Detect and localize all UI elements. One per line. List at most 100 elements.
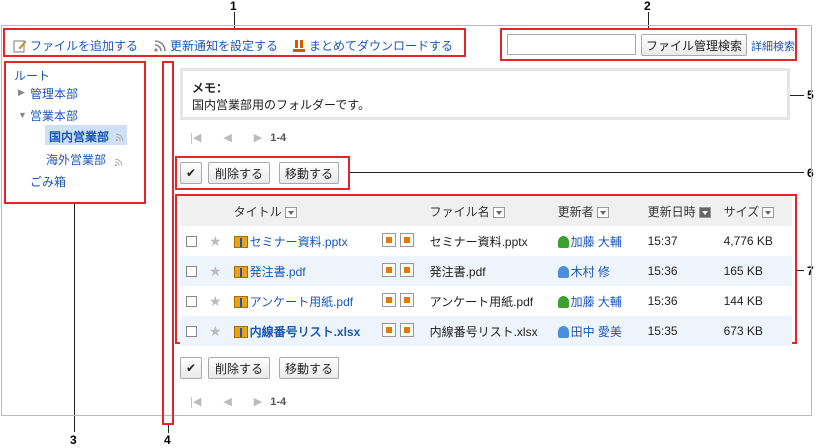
tree-item-domestic-selected[interactable]: 国内営業部: [45, 125, 127, 145]
tree-item-overseas[interactable]: 海外営業部: [46, 151, 106, 168]
memo-text: 国内営業部用のフォルダーです。: [192, 98, 371, 112]
first-page-icon[interactable]: |◀: [190, 395, 201, 408]
user-icon: [557, 326, 569, 339]
folder-memo: メモ： 国内営業部用のフォルダーです。: [180, 68, 790, 120]
add-file-link[interactable]: ファイルを追加する: [13, 37, 138, 54]
file-title-link[interactable]: セミナー資料.pptx: [250, 235, 348, 249]
col-filename[interactable]: ファイル名: [423, 196, 552, 226]
pager-top: |◀ ◀ ▶ 1-4: [190, 131, 287, 145]
upload-icon[interactable]: [399, 263, 414, 278]
row-checkbox[interactable]: [186, 326, 197, 338]
download-icon[interactable]: [381, 263, 396, 278]
row-checkbox[interactable]: [186, 266, 197, 278]
file-title-link[interactable]: 内線番号リスト.xlsx: [250, 325, 361, 339]
download-icon: [292, 39, 306, 53]
file-name: 発注書.pdf: [423, 256, 552, 286]
upload-icon[interactable]: [399, 233, 414, 248]
row-checkbox[interactable]: [186, 296, 197, 308]
tree-item-trash[interactable]: ごみ箱: [30, 173, 66, 190]
star-icon[interactable]: ★: [209, 293, 222, 309]
file-name: 内線番号リスト.xlsx: [423, 316, 552, 346]
file-name: セミナー資料.pptx: [423, 226, 552, 256]
star-icon[interactable]: ★: [209, 233, 222, 249]
move-button[interactable]: 移動する: [279, 162, 339, 184]
updater-link[interactable]: 加藤 大輔: [571, 235, 622, 249]
bulk-download-link[interactable]: まとめてダウンロードする: [292, 37, 453, 54]
file-title-link[interactable]: アンケート用紙.pdf: [250, 295, 354, 309]
tree-item-sales[interactable]: 営業本部: [30, 107, 78, 124]
file-size: 144 KB: [717, 286, 792, 316]
page-range: 1-4: [270, 131, 287, 144]
select-all-button[interactable]: ✔: [180, 162, 202, 184]
file-size: 165 KB: [717, 256, 792, 286]
prev-page-icon[interactable]: ◀: [223, 395, 231, 408]
sort-dropdown-icon[interactable]: [762, 206, 775, 218]
table-row: ★ アンケート用紙.pdf アンケート用紙.pdf 加藤 大輔 15:36 14…: [180, 286, 792, 316]
file-icon: [233, 326, 248, 339]
rss-icon: [115, 131, 124, 145]
updater-link[interactable]: 木村 修: [571, 265, 610, 279]
row-checkbox[interactable]: [186, 236, 197, 248]
file-icon: [233, 296, 248, 309]
search-input[interactable]: [507, 34, 636, 55]
sort-active-icon[interactable]: [698, 206, 711, 218]
file-table: タイトル ファイル名 更新者 更新日時 サイズ ★ セミナー資料.pptx セミ…: [180, 196, 792, 346]
user-icon: [557, 296, 569, 309]
table-row: ★ 内線番号リスト.xlsx 内線番号リスト.xlsx 田中 愛美 15:35 …: [180, 316, 792, 346]
file-title-link[interactable]: 発注書.pdf: [250, 265, 306, 279]
pager-bottom: |◀ ◀ ▶ 1-4: [190, 395, 287, 409]
file-size: 673 KB: [717, 316, 792, 346]
updater-link[interactable]: 田中 愛美: [571, 325, 622, 339]
table-row: ★ 発注書.pdf 発注書.pdf 木村 修 15:36 165 KB: [180, 256, 792, 286]
file-icon: [233, 236, 248, 249]
page-range: 1-4: [270, 395, 287, 408]
add-file-label: ファイルを追加する: [30, 39, 139, 53]
collapse-arrow-icon[interactable]: ▼: [18, 110, 27, 120]
expand-arrow-icon[interactable]: ▶: [18, 87, 25, 98]
first-page-icon[interactable]: |◀: [190, 131, 201, 144]
col-updated[interactable]: 更新日時: [641, 196, 718, 226]
upload-icon[interactable]: [399, 323, 414, 338]
star-icon[interactable]: ★: [209, 323, 222, 339]
download-icon[interactable]: [381, 233, 396, 248]
upload-icon[interactable]: [399, 293, 414, 308]
file-name: アンケート用紙.pdf: [423, 286, 552, 316]
callout-4-line: [168, 424, 169, 433]
download-icon[interactable]: [381, 293, 396, 308]
search-button[interactable]: ファイル管理検索: [641, 34, 747, 56]
table-row: ★ セミナー資料.pptx セミナー資料.pptx 加藤 大輔 15:37 4,…: [180, 226, 792, 256]
set-notify-link[interactable]: 更新通知を設定する: [153, 37, 278, 54]
next-page-icon[interactable]: ▶: [254, 131, 262, 144]
col-size[interactable]: サイズ: [717, 196, 792, 226]
table-header-row: タイトル ファイル名 更新者 更新日時 サイズ: [180, 196, 792, 226]
col-title[interactable]: タイトル: [227, 196, 424, 226]
prev-page-icon[interactable]: ◀: [223, 131, 231, 144]
updater-link[interactable]: 加藤 大輔: [571, 295, 622, 309]
sort-dropdown-icon[interactable]: [284, 206, 297, 218]
user-icon: [557, 236, 569, 249]
updated-time: 15:37: [641, 226, 718, 256]
sort-dropdown-icon[interactable]: [492, 206, 505, 218]
updated-time: 15:36: [641, 256, 718, 286]
col-updater[interactable]: 更新者: [551, 196, 642, 226]
memo-title: メモ：: [192, 81, 229, 95]
select-all-button-bottom[interactable]: ✔: [180, 357, 202, 379]
sort-dropdown-icon[interactable]: [596, 206, 609, 218]
tree-root[interactable]: ルート: [14, 67, 50, 84]
updated-time: 15:36: [641, 286, 718, 316]
callout-4: 4: [164, 433, 171, 447]
delete-button[interactable]: 削除する: [208, 162, 270, 184]
star-icon[interactable]: ★: [209, 263, 222, 279]
download-icon[interactable]: [381, 323, 396, 338]
advanced-search-link[interactable]: 詳細検索: [751, 38, 795, 54]
rss-icon: [153, 39, 167, 53]
tree-item-admin[interactable]: 管理本部: [30, 85, 78, 102]
set-notify-label: 更新通知を設定する: [170, 39, 279, 53]
next-page-icon[interactable]: ▶: [254, 395, 262, 408]
bulk-download-label: まとめてダウンロードする: [309, 39, 454, 53]
delete-button-bottom[interactable]: 削除する: [208, 357, 270, 379]
add-file-icon: [13, 39, 27, 53]
highlight-splitter: [162, 61, 174, 425]
move-button-bottom[interactable]: 移動する: [279, 357, 339, 379]
file-icon: [233, 266, 248, 279]
